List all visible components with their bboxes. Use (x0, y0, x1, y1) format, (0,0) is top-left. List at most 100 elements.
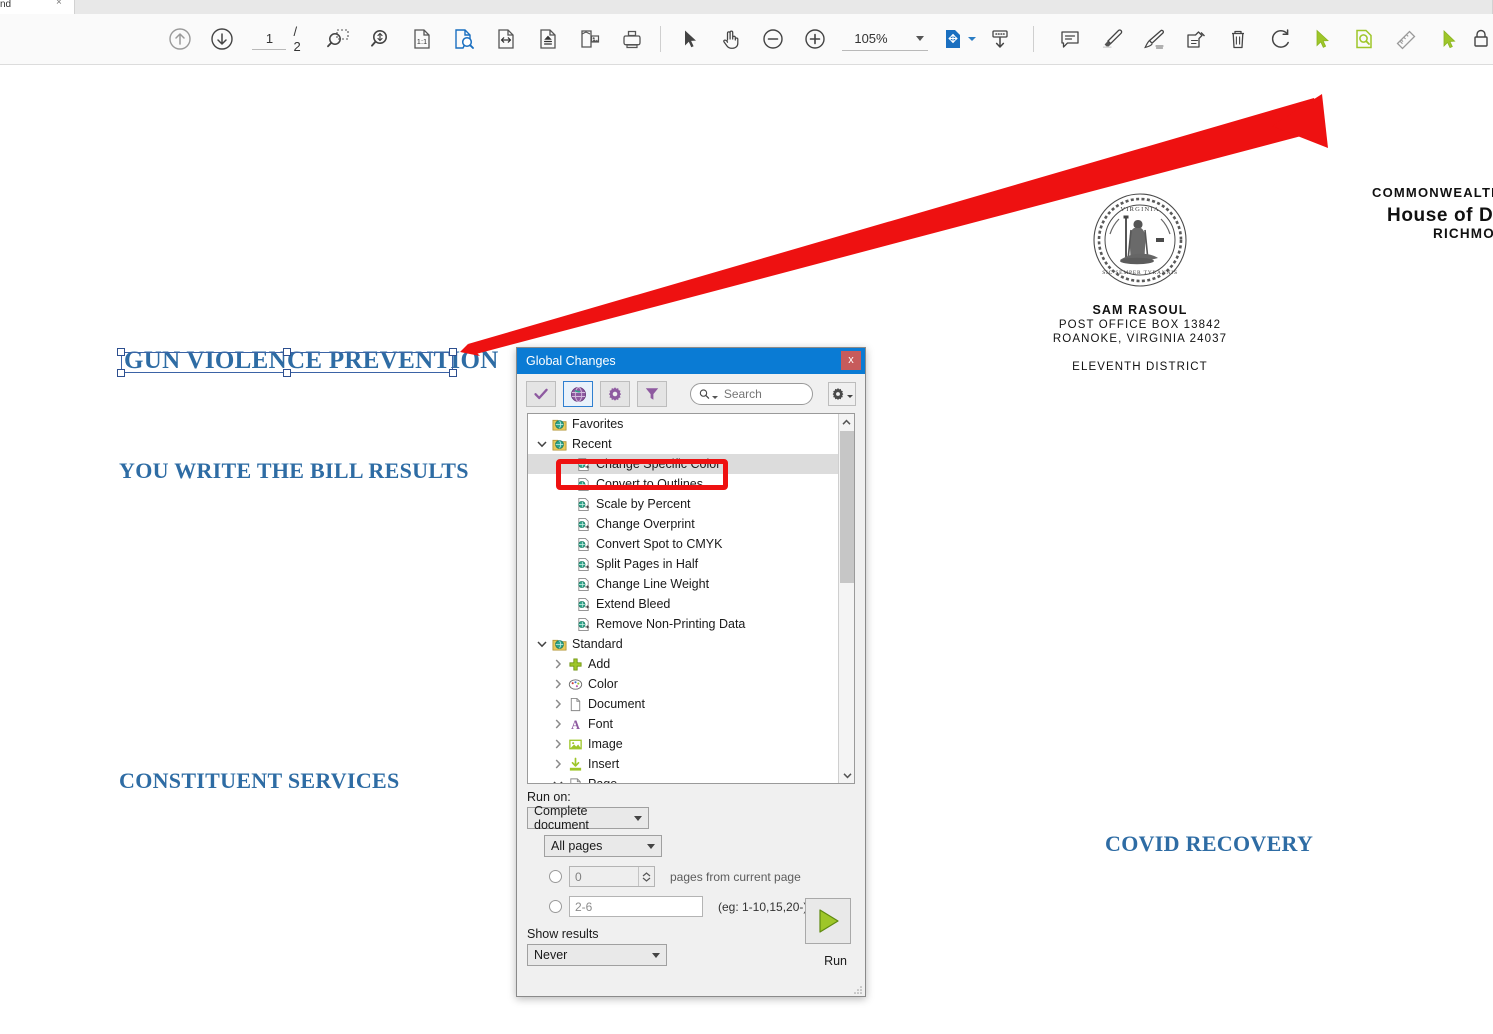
object-select-icon[interactable] (1301, 19, 1343, 59)
scope-select[interactable]: Complete document (527, 807, 649, 829)
scroll-down-arrow-icon[interactable] (839, 767, 855, 783)
page-number-input[interactable] (252, 28, 286, 50)
action-icon (574, 537, 592, 552)
stamp-icon[interactable] (1175, 19, 1217, 59)
tree-item[interactable]: Document (528, 694, 838, 714)
fit-width-icon[interactable] (485, 19, 527, 59)
twisty-right-icon[interactable] (550, 699, 566, 709)
heading-constituent-services[interactable]: CONSTITUENT SERVICES (119, 768, 400, 794)
tree-scrollbar[interactable] (838, 414, 854, 783)
twisty-right-icon[interactable] (550, 659, 566, 669)
page-transform-icon[interactable] (939, 19, 979, 59)
page-range-input[interactable]: 2-6 (569, 896, 703, 917)
marquee-zoom-icon[interactable] (317, 19, 359, 59)
zoom-in-icon[interactable] (794, 19, 836, 59)
tree-item[interactable]: Scale by Percent (528, 494, 838, 514)
tab-close-icon[interactable]: × (56, 0, 62, 8)
from-current-page-radio[interactable] (549, 870, 562, 883)
close-icon[interactable]: x (841, 351, 861, 370)
actual-size-icon[interactable]: 1:1 (401, 19, 443, 59)
search-input[interactable] (722, 386, 804, 402)
tree-item[interactable]: Convert Spot to CMYK (528, 534, 838, 554)
tree-item[interactable]: Split Pages in Half (528, 554, 838, 574)
twisty-right-icon[interactable] (550, 739, 566, 749)
funnel-icon[interactable] (637, 381, 667, 407)
twisty-down-icon[interactable] (534, 440, 550, 448)
tree-item[interactable]: Color (528, 674, 838, 694)
tree-item-label: Recent (572, 437, 612, 451)
twisty-down-icon[interactable] (534, 640, 550, 648)
chevron-down-icon (652, 953, 660, 958)
edit-object-icon[interactable] (1427, 19, 1469, 59)
search-field[interactable] (690, 383, 813, 405)
resize-grip[interactable] (852, 984, 862, 994)
tree-item[interactable]: Standard (528, 634, 838, 654)
zoom-level-control[interactable]: 105% (842, 27, 928, 51)
twisty-right-icon[interactable] (550, 679, 566, 689)
twisty-right-icon[interactable] (550, 759, 566, 769)
tree-item[interactable]: Convert to Outlines (528, 474, 838, 494)
undo-icon[interactable] (1259, 19, 1301, 59)
tree-item[interactable]: Insert (528, 754, 838, 774)
heading-covid-recovery[interactable]: COVID RECOVERY (1105, 831, 1313, 857)
twisty-down-icon[interactable] (550, 780, 566, 784)
scroll-up-icon[interactable] (159, 19, 201, 59)
search-scope-caret-icon[interactable] (712, 396, 718, 399)
page-range-radio[interactable] (549, 900, 562, 913)
measure-ruler-icon[interactable] (1385, 19, 1427, 59)
check-icon[interactable] (526, 381, 556, 407)
lock-icon[interactable] (1469, 19, 1493, 59)
actions-tree[interactable]: FavoritesRecentChange Specific ColorConv… (527, 413, 855, 784)
pages-select[interactable]: All pages (544, 835, 662, 857)
sticky-note-icon[interactable] (1049, 19, 1091, 59)
run-button[interactable] (805, 898, 851, 944)
selection-handle-ne[interactable] (449, 348, 457, 356)
split-view-icon[interactable] (569, 19, 611, 59)
tree-item[interactable]: Extend Bleed (528, 594, 838, 614)
tree-item[interactable]: Page (528, 774, 838, 784)
heading-gun-violence[interactable]: GUN VIOLENCE PREVENTION (124, 347, 499, 375)
tree-scroll-thumb[interactable] (840, 431, 854, 583)
highlighter-icon[interactable] (1091, 19, 1133, 59)
tree-item[interactable]: Change Specific Color (528, 454, 838, 474)
from-current-page-label: pages from current page (670, 870, 801, 884)
twisty-right-icon[interactable] (550, 719, 566, 729)
settings-gear-icon[interactable] (828, 382, 856, 406)
gear-icon[interactable] (600, 381, 630, 407)
select-tool-icon[interactable] (668, 19, 710, 59)
show-results-select[interactable]: Never (527, 944, 667, 966)
tree-item[interactable]: Change Line Weight (528, 574, 838, 594)
loupe-zoom-icon[interactable] (359, 19, 401, 59)
selection-handle-nw[interactable] (117, 348, 125, 356)
globe-icon[interactable] (563, 381, 593, 407)
tree-item[interactable]: Remove Non-Printing Data (528, 614, 838, 634)
zoom-to-page-icon[interactable] (443, 19, 485, 59)
selection-handle-n[interactable] (283, 348, 291, 356)
import-icon[interactable] (979, 19, 1021, 59)
zoom-out-icon[interactable] (752, 19, 794, 59)
hand-tool-icon[interactable] (710, 19, 752, 59)
scroll-down-icon[interactable] (201, 19, 243, 59)
tree-item[interactable]: Image (528, 734, 838, 754)
fit-visible-icon[interactable] (527, 19, 569, 59)
selection-handle-se[interactable] (449, 369, 457, 377)
dialog-title-bar[interactable]: Global Changes x (517, 348, 865, 374)
heading-bill-results[interactable]: YOU WRITE THE BILL RESULTS (119, 458, 469, 484)
stepper-arrows-icon[interactable] (638, 867, 654, 886)
from-current-page-row[interactable]: 0 pages from current page (527, 866, 855, 887)
chevron-down-icon[interactable] (916, 36, 924, 41)
tab-inactive-area[interactable] (74, 0, 1493, 14)
from-current-page-stepper[interactable]: 0 (569, 866, 655, 887)
tree-item[interactable]: Recent (528, 434, 838, 454)
tree-item[interactable]: Change Overprint (528, 514, 838, 534)
ink-annotation-icon[interactable] (1133, 19, 1175, 59)
tree-item[interactable]: Favorites (528, 414, 838, 434)
scroll-up-arrow-icon[interactable] (839, 414, 854, 430)
trash-icon[interactable] (1217, 19, 1259, 59)
tree-item[interactable]: AFont (528, 714, 838, 734)
inspect-page-icon[interactable] (1343, 19, 1385, 59)
print-icon[interactable] (611, 19, 653, 59)
selection-handle-sw[interactable] (117, 369, 125, 377)
selection-handle-s[interactable] (283, 369, 291, 377)
tree-item[interactable]: Add (528, 654, 838, 674)
